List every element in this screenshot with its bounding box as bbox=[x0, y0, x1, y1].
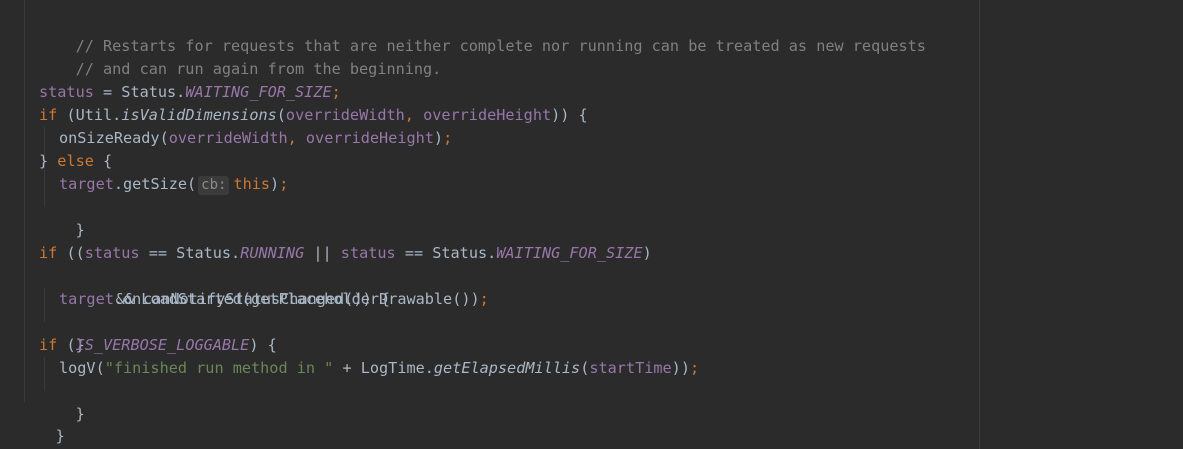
code-token: )) bbox=[671, 359, 690, 377]
code-line-1: // Restarts for requests that are neithe… bbox=[39, 12, 926, 55]
closing-brace: } bbox=[75, 405, 85, 423]
code-token: (( bbox=[57, 244, 85, 262]
method-call: logV( bbox=[59, 359, 105, 377]
method-call: .getSize( bbox=[113, 175, 197, 193]
code-token: (Util. bbox=[57, 106, 122, 124]
code-line-19: } bbox=[0, 425, 46, 448]
comment: // and can run again from the beginning. bbox=[75, 60, 442, 78]
code-token: || bbox=[304, 244, 341, 262]
height-field: overrideHeight bbox=[305, 129, 434, 147]
code-line-16: logV("finished run method in " + LogTime… bbox=[59, 357, 699, 380]
code-token: } bbox=[39, 152, 58, 170]
code-line-11: if ((status == Status.RUNNING || status … bbox=[39, 242, 652, 265]
status-field: status bbox=[340, 244, 396, 262]
code-token: == Status. bbox=[139, 244, 241, 262]
closing-brace: } bbox=[55, 427, 65, 445]
code-token: ( bbox=[580, 359, 590, 377]
height-field: overrideHeight bbox=[423, 106, 552, 124]
code-editor[interactable]: // Restarts for requests that are neithe… bbox=[0, 0, 1183, 449]
keyword-else: else bbox=[57, 152, 94, 170]
code-line-18: } bbox=[19, 402, 65, 445]
code-line-12: && canNotifyStatusChanged()) { bbox=[79, 265, 390, 308]
code-line-13: target.onLoadStarted(getPlaceholderDrawa… bbox=[59, 288, 489, 311]
target-field: target bbox=[59, 290, 114, 308]
semicolon: ; bbox=[331, 83, 341, 101]
code-line-14: } bbox=[39, 311, 85, 354]
code-token: ) bbox=[642, 244, 652, 262]
parameter-hint: cb: bbox=[198, 176, 230, 195]
code-line-9: } bbox=[39, 196, 85, 239]
code-line-15: if (IS_VERBOSE_LOGGABLE) { bbox=[39, 334, 277, 357]
code-token: ( bbox=[57, 336, 76, 354]
status-field: status bbox=[84, 244, 140, 262]
closing-brace: } bbox=[75, 221, 85, 239]
code-token: = Status. bbox=[93, 83, 186, 101]
indent-guide bbox=[24, 0, 25, 402]
semicolon: ; bbox=[689, 359, 700, 377]
semicolon: ; bbox=[443, 129, 453, 147]
keyword-if: if bbox=[39, 244, 58, 262]
width-field: overrideWidth bbox=[168, 129, 288, 147]
code-token: { bbox=[93, 152, 113, 170]
code-line-4: status = Status.WAITING_FOR_SIZE; bbox=[39, 81, 341, 104]
width-field: overrideWidth bbox=[285, 106, 405, 124]
static-method: isValidDimensions bbox=[121, 106, 277, 124]
string-literal: "finished run method in " bbox=[104, 359, 334, 377]
static-constant: IS_VERBOSE_LOGGABLE bbox=[75, 336, 250, 354]
method-call: onSizeReady( bbox=[59, 129, 169, 147]
code-line-2: // and can run again from the beginning. bbox=[39, 35, 442, 78]
code-line-8: target.getSize(cb: this); bbox=[59, 173, 288, 196]
code-token: )) { bbox=[551, 106, 588, 124]
code-line-7: } else { bbox=[39, 150, 112, 173]
semicolon: ; bbox=[279, 175, 289, 193]
method-call: .onLoadStarted(getPlaceholderDrawable()) bbox=[113, 290, 480, 308]
code-token: ) bbox=[433, 129, 444, 147]
code-token: == Status. bbox=[395, 244, 497, 262]
code-line-17: } bbox=[39, 380, 85, 423]
code-line-5: if (Util.isValidDimensions(overrideWidth… bbox=[39, 104, 588, 127]
comma: , bbox=[287, 129, 306, 147]
static-method: getElapsedMillis bbox=[433, 359, 581, 377]
code-token: + LogTime. bbox=[333, 359, 434, 377]
keyword-if: if bbox=[39, 106, 58, 124]
start-time-field: startTime bbox=[589, 359, 672, 377]
target-field: target bbox=[59, 175, 114, 193]
keyword-this: this bbox=[233, 175, 271, 193]
code-token: ( bbox=[276, 106, 286, 124]
right-margin-guide bbox=[979, 0, 980, 449]
status-field: status bbox=[39, 83, 94, 101]
comma: , bbox=[404, 106, 424, 124]
keyword-if: if bbox=[39, 336, 58, 354]
static-constant: WAITING_FOR_SIZE bbox=[185, 83, 332, 101]
code-token: ) bbox=[270, 175, 280, 193]
static-constant: WAITING_FOR_SIZE bbox=[496, 244, 643, 262]
semicolon: ; bbox=[479, 290, 489, 308]
code-line-6: onSizeReady(overrideWidth, overrideHeigh… bbox=[59, 127, 452, 150]
code-token: ) { bbox=[249, 336, 277, 354]
static-constant: RUNNING bbox=[240, 244, 305, 262]
